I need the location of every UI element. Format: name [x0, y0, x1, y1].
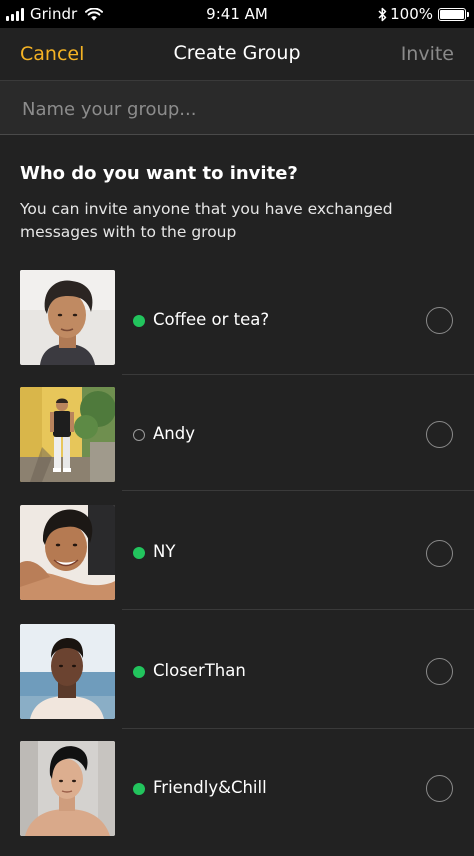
select-radio[interactable]: [426, 421, 453, 448]
battery-percent: 100%: [390, 5, 433, 23]
online-status-indicator: [133, 547, 145, 559]
invite-button[interactable]: Invite: [401, 43, 454, 65]
avatar: [20, 741, 115, 836]
select-radio[interactable]: [426, 775, 453, 802]
invite-section-title: Who do you want to invite?: [20, 163, 298, 184]
contact-name: NY: [153, 542, 176, 561]
invite-section-description: You can invite anyone that you have exch…: [20, 200, 393, 241]
online-status-indicator: [133, 315, 145, 327]
contact-name: Friendly&Chill: [153, 778, 267, 797]
avatar: [20, 505, 115, 600]
group-name-field: [0, 80, 474, 135]
online-status-indicator: [133, 783, 145, 795]
navigation-bar: Cancel Create Group Invite: [0, 28, 474, 80]
contact-row[interactable]: Coffee or tea?: [0, 268, 474, 386]
online-status-indicator: [133, 666, 145, 678]
row-divider: [122, 609, 474, 610]
avatar: [20, 270, 115, 365]
bluetooth-icon: [378, 7, 387, 21]
row-divider: [122, 728, 474, 729]
contact-name: Coffee or tea?: [153, 310, 270, 329]
offline-status-indicator: [133, 429, 145, 441]
avatar: [20, 624, 115, 719]
select-radio[interactable]: [426, 540, 453, 567]
contact-row[interactable]: Friendly&Chill: [0, 738, 474, 856]
contact-row[interactable]: NY: [0, 502, 474, 620]
status-bar: Grindr 9:41 AM 100%: [0, 0, 474, 28]
row-divider: [122, 374, 474, 375]
status-bar-right: 100%: [378, 5, 469, 23]
group-name-input[interactable]: [20, 93, 454, 125]
contact-name: CloserThan: [153, 661, 246, 680]
row-divider: [122, 490, 474, 491]
contact-name: Andy: [153, 424, 195, 443]
contact-row[interactable]: CloserThan: [0, 621, 474, 739]
select-radio[interactable]: [426, 658, 453, 685]
battery-icon: [438, 7, 469, 21]
select-radio[interactable]: [426, 307, 453, 334]
contact-row[interactable]: Andy: [0, 384, 474, 502]
avatar: [20, 387, 115, 482]
